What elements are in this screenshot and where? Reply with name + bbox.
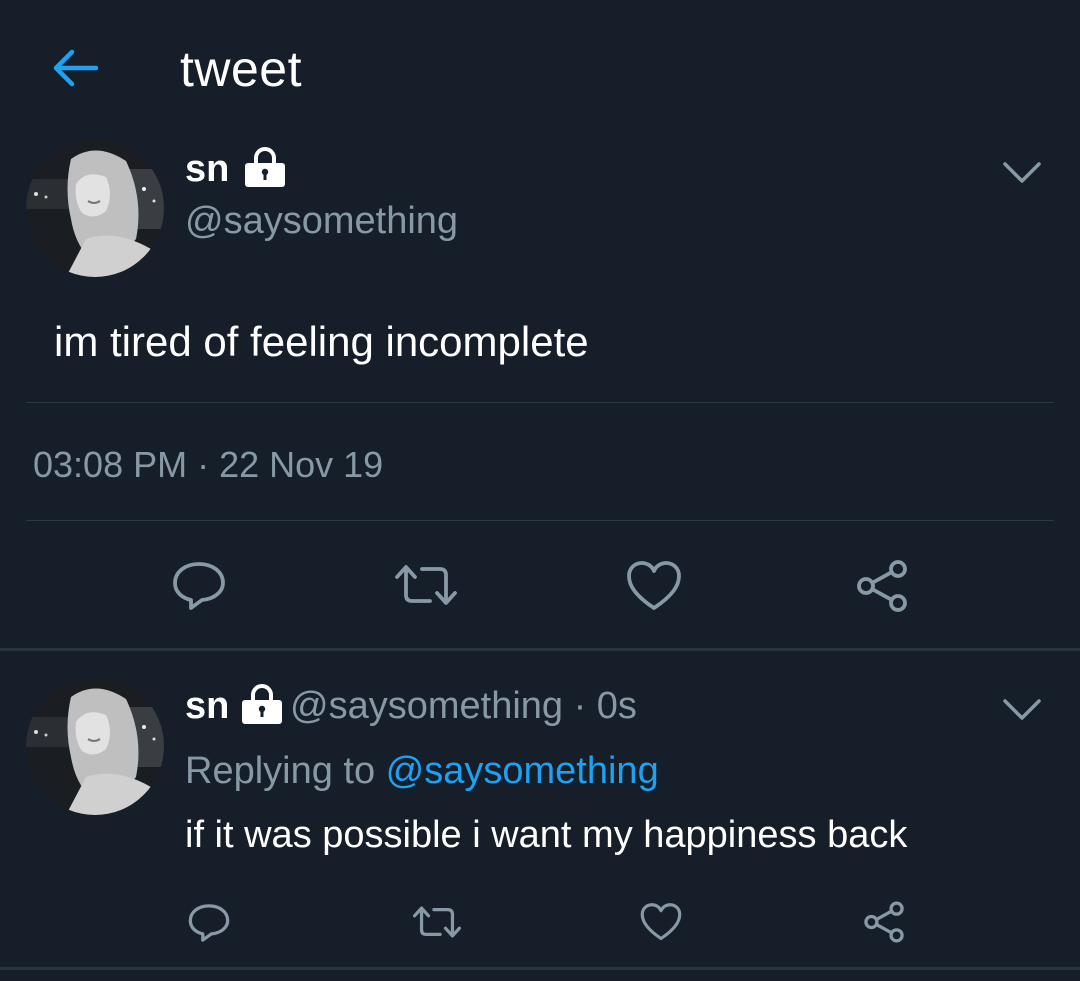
display-name[interactable]: sn <box>185 148 229 191</box>
share-button[interactable] <box>862 900 906 944</box>
retweet-button[interactable] <box>394 563 458 607</box>
retweet-button[interactable] <box>412 905 462 939</box>
user-handle[interactable]: @saysomething <box>185 200 458 243</box>
lock-icon <box>245 147 285 187</box>
chevron-down-icon[interactable] <box>1002 697 1042 723</box>
replying-to: Replying to @saysomething <box>185 750 659 793</box>
top-bar: tweet <box>0 0 1080 130</box>
share-icon <box>857 560 907 612</box>
like-button[interactable] <box>640 902 682 942</box>
reply-button[interactable] <box>172 561 226 611</box>
retweet-icon <box>412 906 462 938</box>
tweet-timestamp: 03:08 PM · 22 Nov 19 <box>33 444 384 485</box>
mention-link[interactable]: @saysomething <box>386 750 659 792</box>
chevron-down-icon[interactable] <box>1002 160 1042 186</box>
speech-bubble-icon <box>188 904 230 942</box>
section-divider <box>0 648 1080 651</box>
retweet-icon <box>395 565 457 605</box>
lock-icon <box>242 684 282 724</box>
tweet-text: im tired of feeling incomplete <box>54 318 589 365</box>
user-handle-time[interactable]: @saysomething · 0s <box>290 685 637 728</box>
back-button[interactable] <box>50 46 100 90</box>
avatar[interactable] <box>26 677 164 815</box>
section-divider <box>0 967 1080 970</box>
tweet-text: if it was possible i want my happiness b… <box>185 814 908 856</box>
reply-button[interactable] <box>188 903 230 943</box>
heart-icon <box>640 903 682 941</box>
like-button[interactable] <box>626 560 682 612</box>
heart-icon <box>627 561 681 610</box>
speech-bubble-icon <box>173 562 225 610</box>
arrow-left-icon <box>53 49 99 87</box>
replying-prefix: Replying to <box>185 750 386 792</box>
display-name[interactable]: sn <box>185 685 229 728</box>
avatar[interactable] <box>26 139 164 277</box>
divider <box>26 520 1054 521</box>
page-title: tweet <box>180 41 303 97</box>
share-icon <box>864 901 904 943</box>
tweet-detail-screen: tweet sn @saysomething im tired of feeli… <box>0 0 1080 981</box>
share-button[interactable] <box>854 558 910 614</box>
divider <box>26 402 1054 403</box>
